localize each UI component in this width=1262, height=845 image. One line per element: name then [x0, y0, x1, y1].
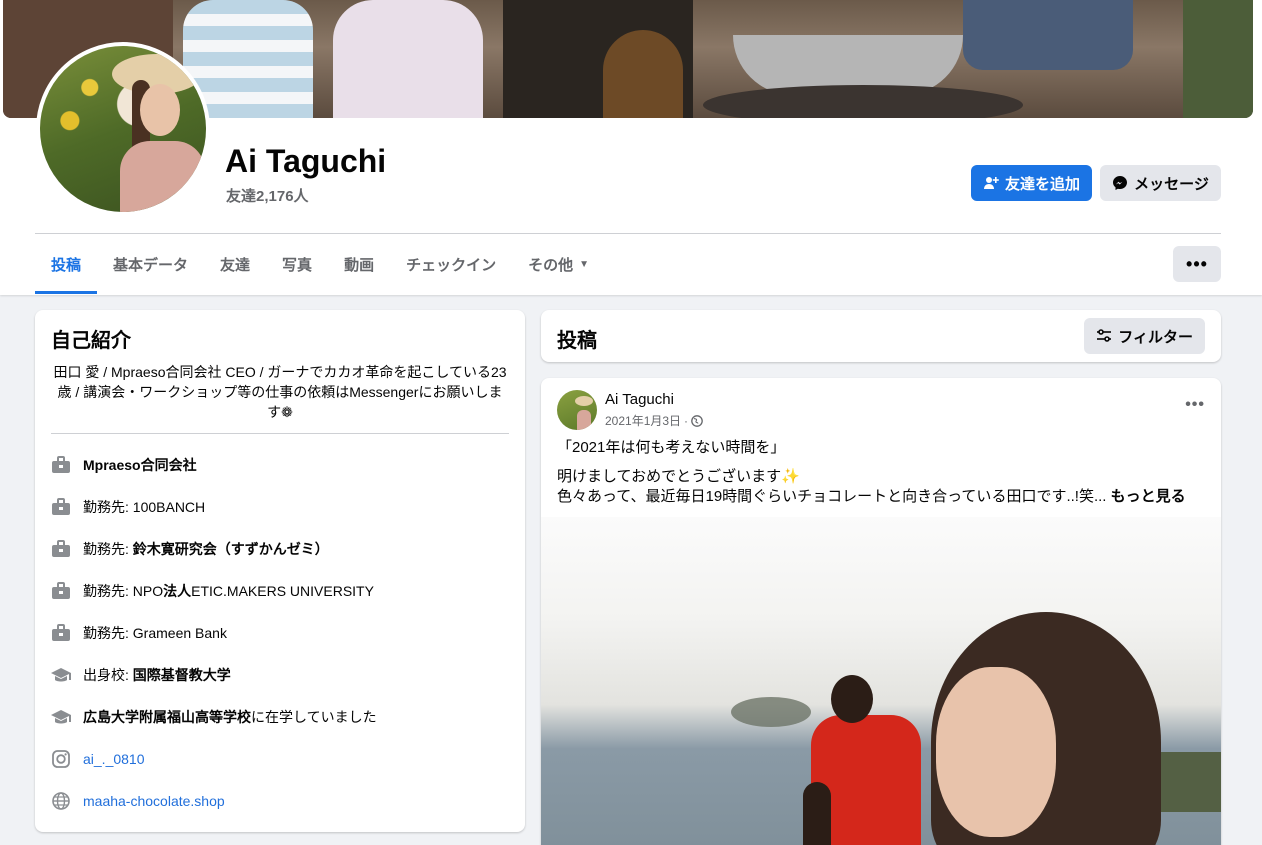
briefcase-icon — [51, 497, 71, 517]
tab-friends[interactable]: 友達 — [204, 234, 266, 294]
profile-more-button[interactable]: ••• — [1173, 246, 1221, 282]
intro-item-workplace: 勤務先: Grameen Bank — [51, 621, 227, 645]
profile-header: Ai Taguchi 友達2,176人 友達を追加 メッセージ 投稿 基本データ… — [0, 0, 1262, 295]
add-friend-icon — [983, 177, 999, 189]
intro-item-workplace: 勤務先: 100BANCH — [51, 495, 205, 519]
add-friend-label: 友達を追加 — [1004, 175, 1080, 193]
intro-card: 自己紹介 田口 愛 / Mpraeso合同会社 CEO / ガーナでカカオ革命を… — [35, 310, 525, 832]
public-globe-icon — [691, 414, 703, 427]
tab-more[interactable]: その他 ▼ — [512, 234, 605, 294]
profile-tabs: 投稿 基本データ 友達 写真 動画 チェックイン その他 ▼ — [35, 234, 605, 294]
instagram-link[interactable]: ai_._0810 — [83, 751, 145, 767]
post-options-button[interactable]: ••• — [1185, 396, 1205, 414]
briefcase-icon — [51, 581, 71, 601]
intro-item-instagram: ai_._0810 — [51, 747, 145, 771]
briefcase-icon — [51, 539, 71, 559]
intro-divider — [51, 433, 509, 434]
intro-item-workplace: 勤務先: NPO法人ETIC.MAKERS UNIVERSITY — [51, 579, 374, 603]
messenger-icon — [1113, 176, 1128, 190]
post-date[interactable]: 2021年1月3日 — [605, 412, 681, 429]
filter-button[interactable]: フィルター — [1084, 318, 1205, 354]
post-timestamp: 2021年1月3日 · — [605, 412, 703, 429]
post-photo[interactable] — [541, 517, 1221, 845]
profile-avatar[interactable] — [36, 42, 210, 216]
graduation-cap-icon — [51, 707, 71, 727]
message-label: メッセージ — [1134, 175, 1209, 193]
graduation-cap-icon — [51, 665, 71, 685]
briefcase-icon — [51, 455, 71, 475]
intro-title: 自己紹介 — [51, 330, 131, 352]
tab-checkins[interactable]: チェックイン — [390, 234, 512, 294]
tab-about[interactable]: 基本データ — [97, 234, 204, 294]
message-button[interactable]: メッセージ — [1100, 165, 1221, 201]
post-line: 色々あって、最近毎日19時間ぐらいチョコレートと向き合っている田口です..!笑.… — [557, 488, 1107, 505]
post-author-avatar[interactable] — [557, 390, 597, 430]
intro-item-workplace: Mpraeso合同会社 — [51, 453, 197, 477]
posts-title: 投稿 — [557, 330, 597, 352]
filter-label: フィルター — [1118, 328, 1193, 346]
website-link[interactable]: maaha-chocolate.shop — [83, 793, 225, 809]
post-date-separator: · — [684, 413, 689, 428]
globe-icon — [51, 791, 71, 811]
intro-item-education: 出身校: 国際基督教大学 — [51, 663, 231, 687]
caret-down-icon: ▼ — [579, 258, 590, 270]
post-line: 明けましておめでとうございます✨ — [557, 468, 800, 485]
intro-bio: 田口 愛 / Mpraeso合同会社 CEO / ガーナでカカオ革命を起こしてい… — [53, 364, 507, 420]
profile-name: Ai Taguchi — [225, 143, 387, 179]
tab-photos[interactable]: 写真 — [266, 234, 328, 294]
post-author-name[interactable]: Ai Taguchi — [605, 391, 674, 408]
tab-posts[interactable]: 投稿 — [35, 234, 98, 294]
intro-item-education: 広島大学附属福山高等学校に在学していました — [51, 705, 377, 729]
post-line: 「2021年は何も考えない時間を」 — [557, 439, 786, 456]
add-friend-button[interactable]: 友達を追加 — [971, 165, 1092, 201]
post-card: Ai Taguchi 2021年1月3日 · ••• 「2021年は何も考えない… — [541, 378, 1221, 845]
filter-sliders-icon — [1097, 329, 1112, 342]
see-more-link[interactable]: もっと見る — [1111, 488, 1186, 505]
briefcase-icon — [51, 623, 71, 643]
intro-item-workplace: 勤務先: 鈴木寛研究会（すずかんゼミ） — [51, 537, 329, 561]
posts-header-card: 投稿 フィルター — [541, 310, 1221, 362]
friend-count[interactable]: 友達2,176人 — [226, 185, 309, 206]
intro-item-website: maaha-chocolate.shop — [51, 789, 225, 813]
instagram-icon — [51, 749, 71, 769]
post-body: 「2021年は何も考えない時間を」 明けましておめでとうございます✨ 色々あって… — [557, 438, 1207, 507]
tab-videos[interactable]: 動画 — [328, 234, 390, 294]
